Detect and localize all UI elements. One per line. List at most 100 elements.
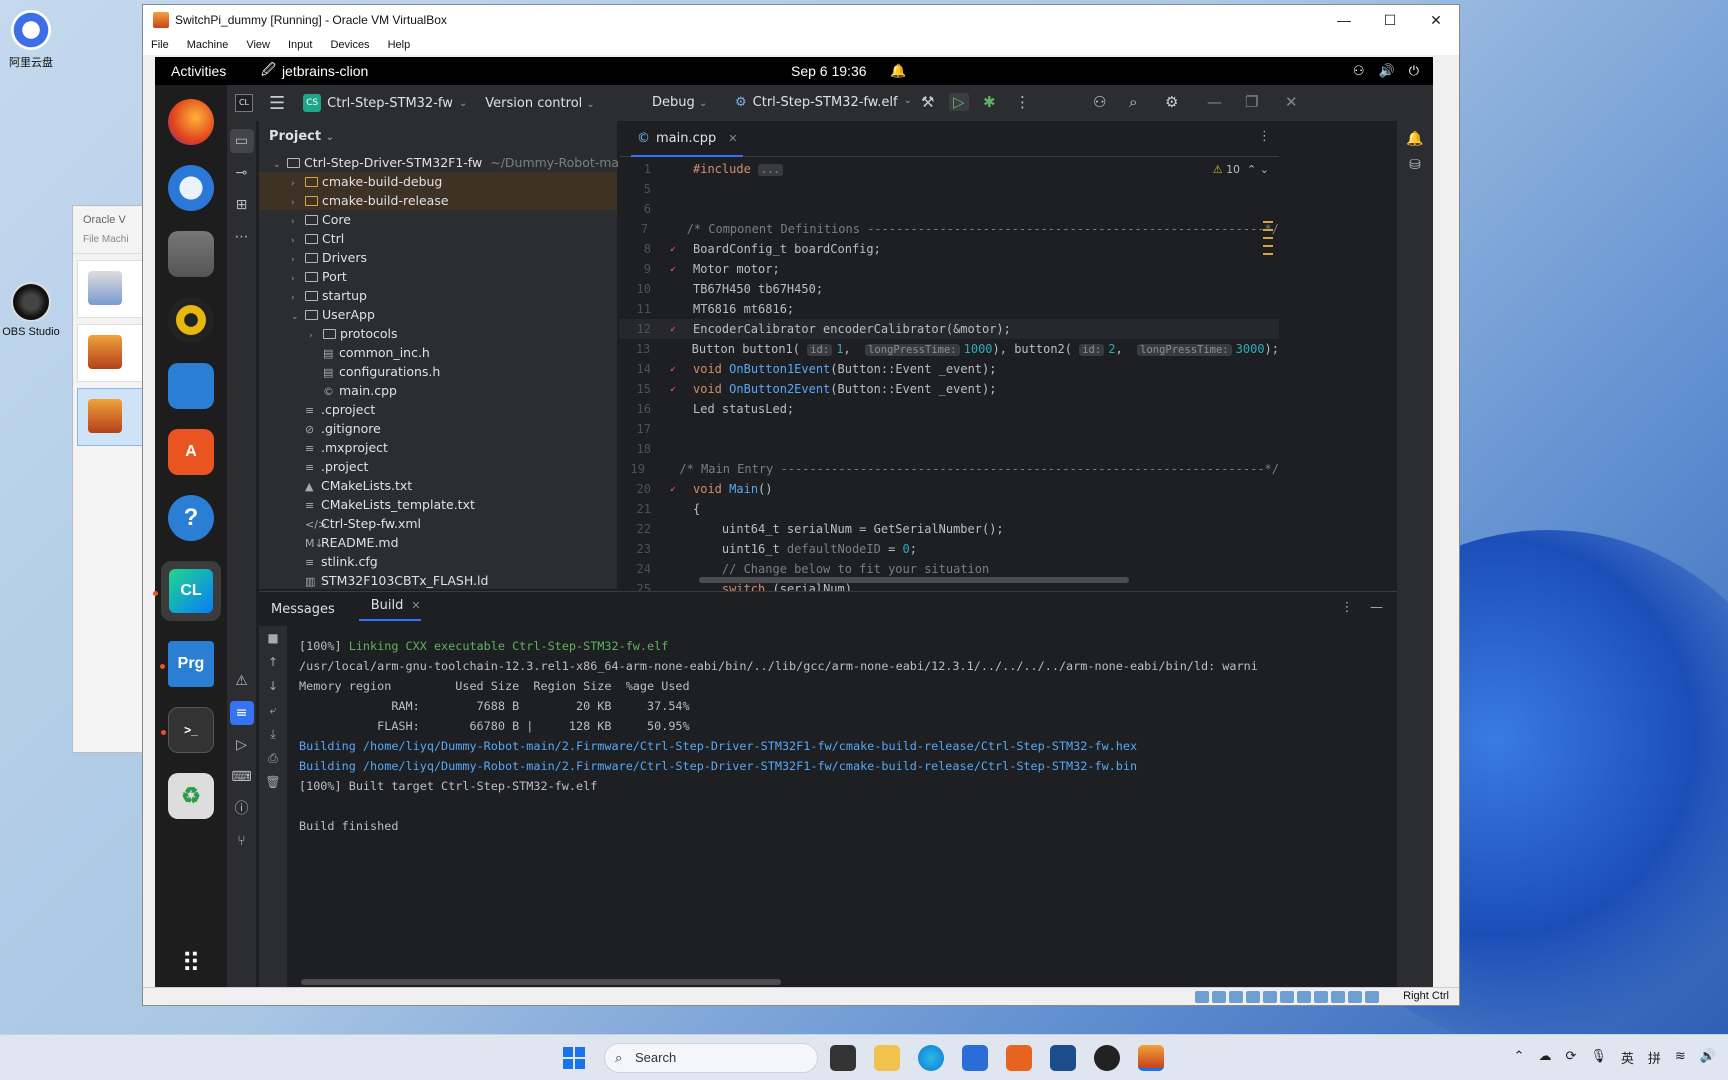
tree-item[interactable]: ≡ .project xyxy=(259,457,617,476)
clion-ide[interactable]: CL ☰ CS Ctrl-Step-STM32-fw ⌄ Version con… xyxy=(227,85,1433,989)
menu-devices[interactable]: Devices xyxy=(330,35,369,55)
close-tab-icon[interactable]: ✕ xyxy=(728,132,737,145)
app-menu[interactable]: 🖉 jetbrains-clion xyxy=(261,59,368,83)
terminal-tool-icon[interactable]: ⌨ xyxy=(230,765,254,789)
gutter-icon[interactable] xyxy=(653,519,693,539)
settings-icon[interactable]: ⚙ xyxy=(1165,93,1178,111)
messages-tool-icon[interactable]: ≡ xyxy=(229,701,254,725)
notifications-icon[interactable]: 🔔 xyxy=(1403,131,1427,147)
code-line[interactable]: 10 TB67H450 tb67H450; xyxy=(619,279,1279,299)
build-output[interactable]: [100%] Linking CXX executable Ctrl-Step-… xyxy=(299,636,1391,836)
code-line[interactable]: 24 // Change below to fit your situation xyxy=(619,559,1279,579)
activities-button[interactable]: Activities xyxy=(171,63,251,79)
gutter-icon[interactable] xyxy=(653,419,693,439)
show-apps-icon[interactable]: ⠿ xyxy=(181,948,200,979)
windows-tray[interactable]: ⌃ ☁ ⟳ 🎙 英 拼 ≋ 🔊 xyxy=(1514,1048,1716,1067)
clion-dock-item[interactable]: CL xyxy=(153,561,221,621)
gutter-icon[interactable] xyxy=(653,539,693,559)
code-line[interactable]: 21 { xyxy=(619,499,1279,519)
system-tray[interactable]: ⚇ 🔊 ⏻ xyxy=(1353,63,1419,79)
gutter-icon[interactable] xyxy=(653,299,693,319)
tree-item[interactable]: ▲ CMakeLists.txt xyxy=(259,476,617,495)
tree-item[interactable]: › Port xyxy=(259,267,617,286)
desktop-icon-aliyun[interactable]: 阿里云盘 xyxy=(0,10,62,70)
code-line[interactable]: 20 ↙ void Main() xyxy=(619,479,1279,499)
gutter-icon[interactable]: ↙ xyxy=(653,239,693,259)
code-line[interactable]: 12 ↙ EncoderCalibrator encoderCalibrator(&… xyxy=(619,319,1279,339)
thunderbird-icon[interactable] xyxy=(168,165,214,211)
code-line[interactable]: 15 ↙ void OnButton2Event(Button::Event _ev… xyxy=(619,379,1279,399)
code-line[interactable]: 23 uint16_t defaultNodeID = 0; xyxy=(619,539,1279,559)
git-tool-icon[interactable]: ⑂ xyxy=(230,829,254,853)
vm-taskbar-icon[interactable] xyxy=(1138,1045,1164,1071)
tree-item[interactable]: © main.cpp xyxy=(259,381,617,400)
gutter-icon[interactable] xyxy=(647,459,679,479)
taskbar-search[interactable]: ⌕ Search xyxy=(604,1043,818,1073)
output-line[interactable]: Building /home/liyq/Dummy-Robot-main/2.F… xyxy=(299,736,1391,756)
soft-wrap-icon[interactable]: ⤶ xyxy=(259,698,287,722)
menu-help[interactable]: Help xyxy=(388,35,411,55)
edge-icon[interactable] xyxy=(918,1045,944,1071)
virtualbox-vm-window[interactable]: SwitchPi_dummy [Running] - Oracle VM Vir… xyxy=(142,4,1460,1006)
code-line[interactable]: 19 /* Main Entry ------------------------… xyxy=(619,459,1279,479)
tree-item[interactable]: ≡ .cproject xyxy=(259,400,617,419)
project-panel[interactable]: Project ⌄ ⌄ Ctrl-Step-Driver-STM32F1-fw ~/… xyxy=(259,121,643,607)
tree-item[interactable]: M↓README.md xyxy=(259,533,617,552)
tree-item[interactable]: › cmake-build-debug xyxy=(259,172,617,191)
terminal-icon[interactable]: >_ xyxy=(161,707,214,753)
more-tools-icon[interactable]: ⋯ xyxy=(230,225,254,249)
main-menu-icon[interactable]: ☰ xyxy=(269,93,285,114)
code-line[interactable]: 7 /* Component Definitions --------------… xyxy=(619,219,1279,239)
code-line[interactable]: 18 xyxy=(619,439,1279,459)
tree-item[interactable]: › Core xyxy=(259,210,617,229)
project-tool-icon[interactable]: ▭ xyxy=(229,129,254,153)
gutter-icon[interactable]: ↙ xyxy=(653,379,693,399)
tab-messages[interactable]: Messages xyxy=(271,602,335,617)
minimize-button[interactable]: — xyxy=(1321,12,1367,28)
tab-options-icon[interactable]: ⋮ xyxy=(1258,129,1271,144)
more-actions-icon[interactable]: ⋮ xyxy=(1015,93,1030,111)
code-line[interactable]: 14 ↙ void OnButton1Event(Button::Event _ev… xyxy=(619,359,1279,379)
project-panel-header[interactable]: Project ⌄ xyxy=(259,121,617,153)
editor-pane[interactable]: © main.cpp ✕ ⋮ ⚠ 10 ⌃ ⌄ 1 #include ... 5 6 7… xyxy=(619,121,1279,596)
tree-item[interactable]: › protocols xyxy=(259,324,617,343)
task-view-icon[interactable] xyxy=(830,1045,856,1071)
tree-item[interactable]: </>Ctrl-Step-fw.xml xyxy=(259,514,617,533)
project-selector[interactable]: CS Ctrl-Step-STM32-fw ⌄ xyxy=(303,94,467,112)
tab-main-cpp[interactable]: © main.cpp ✕ xyxy=(631,121,744,157)
tree-item[interactable]: › cmake-build-release xyxy=(259,191,617,210)
guest-screen[interactable]: Activities 🖉 jetbrains-clion Sep 6 19:36 … xyxy=(153,57,1433,989)
tree-item[interactable]: ▥ STM32F103CBTx_FLASH.ld xyxy=(259,571,617,590)
vm-titlebar[interactable]: SwitchPi_dummy [Running] - Oracle VM Vir… xyxy=(143,5,1459,35)
code-line[interactable]: 5 xyxy=(619,179,1279,199)
ide-restore-icon[interactable]: ❐ xyxy=(1245,93,1258,111)
editor-horizontal-scrollbar[interactable] xyxy=(699,577,1129,583)
gutter-icon[interactable] xyxy=(650,219,686,239)
tree-item[interactable]: ≡ CMakeLists_template.txt xyxy=(259,495,617,514)
file-explorer-icon[interactable] xyxy=(874,1045,900,1071)
commit-tool-icon[interactable]: ⊸ xyxy=(230,161,254,185)
stop-icon[interactable]: ■ xyxy=(259,626,287,650)
tree-item[interactable]: ≡ stlink.cfg xyxy=(259,552,617,571)
chevron-up-icon[interactable]: ⌃ xyxy=(1514,1048,1525,1067)
firefox-icon[interactable] xyxy=(168,99,214,145)
run-icon[interactable]: ▷ xyxy=(949,93,969,111)
build-tool-window[interactable]: Messages Build ✕ ⋮ — ■ ↑ ↓ ⤶ ⤓ ⎙ 🗑 [100%]… xyxy=(259,591,1397,989)
store-icon[interactable] xyxy=(962,1045,988,1071)
tree-item[interactable]: ≡ .mxproject xyxy=(259,438,617,457)
structure-tool-icon[interactable]: ⊞ xyxy=(230,193,254,217)
code-area[interactable]: 1 #include ... 5 6 7 /* Component Definitions… xyxy=(619,159,1279,596)
tree-item[interactable]: ⊘ .gitignore xyxy=(259,419,617,438)
output-line[interactable]: Building /home/liyq/Dummy-Robot-main/2.F… xyxy=(299,756,1391,776)
run-config-selector[interactable]: ⚙ Ctrl-Step-STM32-fw.elf ⌄ xyxy=(735,95,912,110)
gutter-icon[interactable] xyxy=(653,199,693,219)
tab-build[interactable]: Build ✕ xyxy=(358,598,421,621)
gutter-icon[interactable]: ↙ xyxy=(653,319,693,339)
ide-minimize-icon[interactable]: — xyxy=(1207,93,1222,111)
output-horizontal-scrollbar[interactable] xyxy=(301,979,781,985)
tree-item[interactable]: › startup xyxy=(259,286,617,305)
problems-list-icon[interactable]: ⓘ xyxy=(230,797,254,821)
trash-icon[interactable]: ♻ xyxy=(168,773,214,819)
software-icon[interactable]: A xyxy=(168,429,214,475)
database-icon[interactable]: ⛁ xyxy=(1403,157,1427,173)
